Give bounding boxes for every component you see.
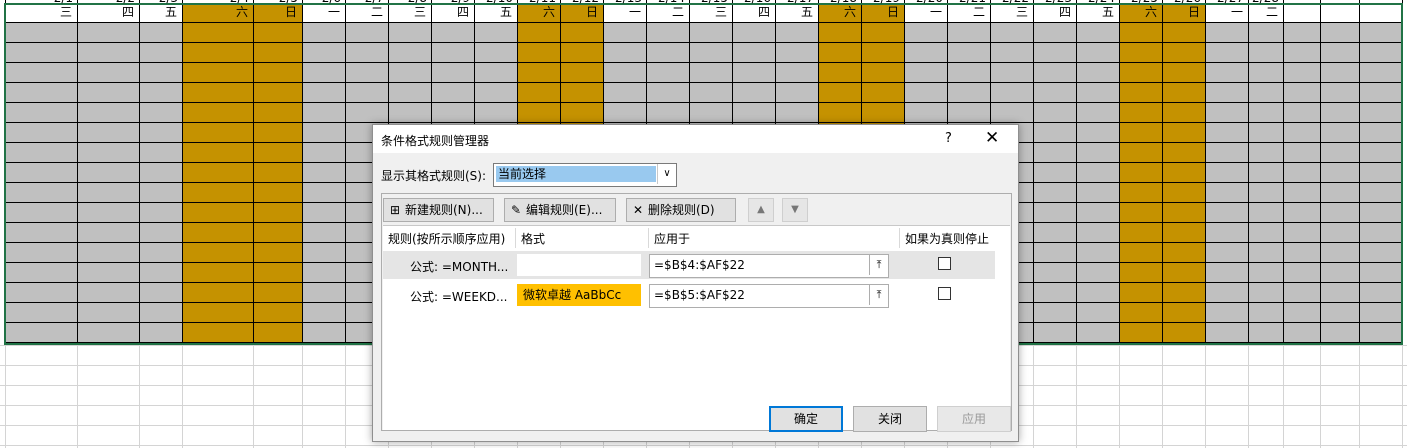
delete-rule-button[interactable]: ✕ 删除规则(D) — [626, 198, 736, 222]
close-icon[interactable]: ✕ — [985, 128, 999, 148]
new-rule-button[interactable]: ⊞ 新建规则(N)... — [383, 198, 494, 222]
rule-row-2[interactable]: 公式: =WEEKD... 微软卓越 AaBbCc =$B$5:$AF$22 ⤒ — [383, 281, 995, 309]
weekday-cell[interactable]: 日 — [861, 5, 899, 19]
weekday-cell[interactable]: 二 — [646, 5, 684, 19]
weekday-cell[interactable]: 一 — [904, 5, 942, 19]
grid-line-light — [302, 345, 303, 448]
format-preview-text: 微软卓越 AaBbCc — [523, 288, 622, 302]
weekday-cell[interactable]: 四 — [431, 5, 469, 19]
weekday-cell[interactable]: 一 — [302, 5, 340, 19]
stop-if-true-column-header: 如果为真则停止 — [905, 232, 990, 246]
weekday-cell[interactable]: 六 — [1119, 5, 1157, 19]
format-column-header: 格式 — [521, 232, 546, 246]
grid-line-light — [1033, 345, 1034, 448]
grid-line-light — [1162, 345, 1163, 448]
rules-panel: ⊞ 新建规则(N)... ✎ 编辑规则(E)... ✕ 删除规则(D) ▲ ▼ 规则(… — [381, 193, 1012, 431]
applies-to-field[interactable]: =$B$5:$AF$22 ⤒ — [649, 284, 889, 308]
weekday-cell[interactable]: 五 — [139, 5, 177, 19]
grid-line-light — [77, 345, 78, 448]
weekday-cell[interactable]: 三 — [5, 5, 72, 19]
conditional-format-manager-dialog: 条件格式规则管理器 ? ✕ 显示其格式规则(S): 当前选择 ∨ ⊞ 新建规则(N… — [372, 124, 1019, 442]
weekday-cell[interactable]: 五 — [775, 5, 813, 19]
grid-line-light — [1359, 345, 1360, 448]
stop-if-true-checkbox[interactable] — [938, 257, 951, 270]
weekday-cell[interactable]: 六 — [818, 5, 856, 19]
move-up-button[interactable]: ▲ — [748, 198, 774, 222]
grid-line-light — [1076, 345, 1077, 448]
format-preview — [517, 254, 641, 276]
dialog-title: 条件格式规则管理器 — [381, 134, 490, 148]
grid-line-light — [1320, 345, 1321, 448]
edit-rule-icon: ✎ — [510, 203, 522, 217]
delete-x-icon: ✕ — [632, 203, 644, 217]
rule-scope-dropdown[interactable]: 当前选择 ∨ — [493, 163, 677, 187]
ok-button[interactable]: 确定 — [769, 406, 843, 432]
grid-line-light — [0, 445, 1407, 446]
weekday-cell[interactable]: 四 — [77, 5, 134, 19]
apply-button[interactable]: 应用 — [937, 406, 1011, 432]
rules-toolbar: ⊞ 新建规则(N)... ✎ 编辑规则(E)... ✕ 删除规则(D) ▲ ▼ — [382, 194, 1011, 224]
rule-row-1[interactable]: 公式: =MONTH... =$B$4:$AF$22 ⤒ — [383, 251, 995, 279]
weekday-cell[interactable]: 六 — [517, 5, 555, 19]
weekday-cell[interactable]: 一 — [603, 5, 641, 19]
edit-rule-label: 编辑规则(E)... — [526, 203, 603, 217]
move-down-button[interactable]: ▼ — [782, 198, 808, 222]
help-button[interactable]: ? — [945, 131, 952, 146]
edit-rule-button[interactable]: ✎ 编辑规则(E)... — [504, 198, 616, 222]
weekday-cell[interactable]: 日 — [560, 5, 598, 19]
weekday-cell[interactable]: 四 — [1033, 5, 1071, 19]
weekday-cell[interactable]: 六 — [182, 5, 248, 19]
column-divider — [515, 228, 516, 248]
applies-to-column-header: 应用于 — [654, 232, 691, 246]
rule-column-header: 规则(按所示顺序应用) — [388, 232, 506, 246]
weekday-cell[interactable]: 五 — [1076, 5, 1114, 19]
weekday-cell[interactable]: 三 — [388, 5, 426, 19]
grid-line-light — [345, 345, 346, 448]
weekday-cell[interactable]: 五 — [474, 5, 512, 19]
stop-if-true-checkbox[interactable] — [938, 287, 951, 300]
arrow-up-icon: ▲ — [757, 204, 765, 215]
dialog-titlebar: 条件格式规则管理器 ? ✕ — [373, 125, 1018, 153]
arrow-down-icon: ▼ — [791, 204, 799, 215]
grid-line-light — [1119, 345, 1120, 448]
collapse-range-icon[interactable]: ⤒ — [869, 255, 888, 275]
applies-to-value: =$B$4:$AF$22 — [654, 258, 745, 272]
rule-formula: 公式: =WEEKD... — [410, 290, 508, 304]
grid-line-light — [139, 345, 140, 448]
weekday-cell[interactable]: 二 — [1248, 5, 1278, 19]
close-button[interactable]: 关闭 — [853, 406, 927, 432]
grid-line-light — [182, 345, 183, 448]
weekday-cell[interactable]: 日 — [1162, 5, 1200, 19]
chevron-down-icon[interactable]: ∨ — [657, 164, 676, 184]
show-rules-label: 显示其格式规则(S): — [381, 169, 487, 183]
collapse-range-icon[interactable]: ⤒ — [869, 285, 888, 305]
grid-line-light — [1283, 345, 1284, 448]
weekday-cell[interactable]: 一 — [1205, 5, 1243, 19]
grid-line-light — [253, 345, 254, 448]
rules-list: 规则(按所示顺序应用) 格式 应用于 如果为真则停止 公式: =MONTH...… — [383, 225, 1010, 430]
rule-formula: 公式: =MONTH... — [410, 260, 509, 274]
weekday-cell[interactable]: 二 — [947, 5, 985, 19]
weekday-cell[interactable]: 日 — [253, 5, 297, 19]
rule-scope-value: 当前选择 — [496, 166, 656, 182]
weekday-cell[interactable]: 四 — [732, 5, 770, 19]
grid-line-light — [1402, 345, 1403, 448]
applies-to-field[interactable]: =$B$4:$AF$22 ⤒ — [649, 254, 889, 278]
grid-line-light — [1248, 345, 1249, 448]
column-divider — [899, 228, 900, 248]
grid-line-light — [1205, 345, 1206, 448]
applies-to-value: =$B$5:$AF$22 — [654, 288, 745, 302]
new-rule-icon: ⊞ — [389, 203, 401, 217]
delete-rule-label: 删除规则(D) — [648, 203, 715, 217]
new-rule-label: 新建规则(N)... — [405, 203, 483, 217]
column-divider — [648, 228, 649, 248]
weekday-cell[interactable]: 三 — [990, 5, 1028, 19]
weekday-cell[interactable]: 二 — [345, 5, 383, 19]
grid-line-light — [5, 345, 6, 448]
weekday-cell[interactable]: 三 — [689, 5, 727, 19]
format-preview: 微软卓越 AaBbCc — [517, 284, 641, 306]
